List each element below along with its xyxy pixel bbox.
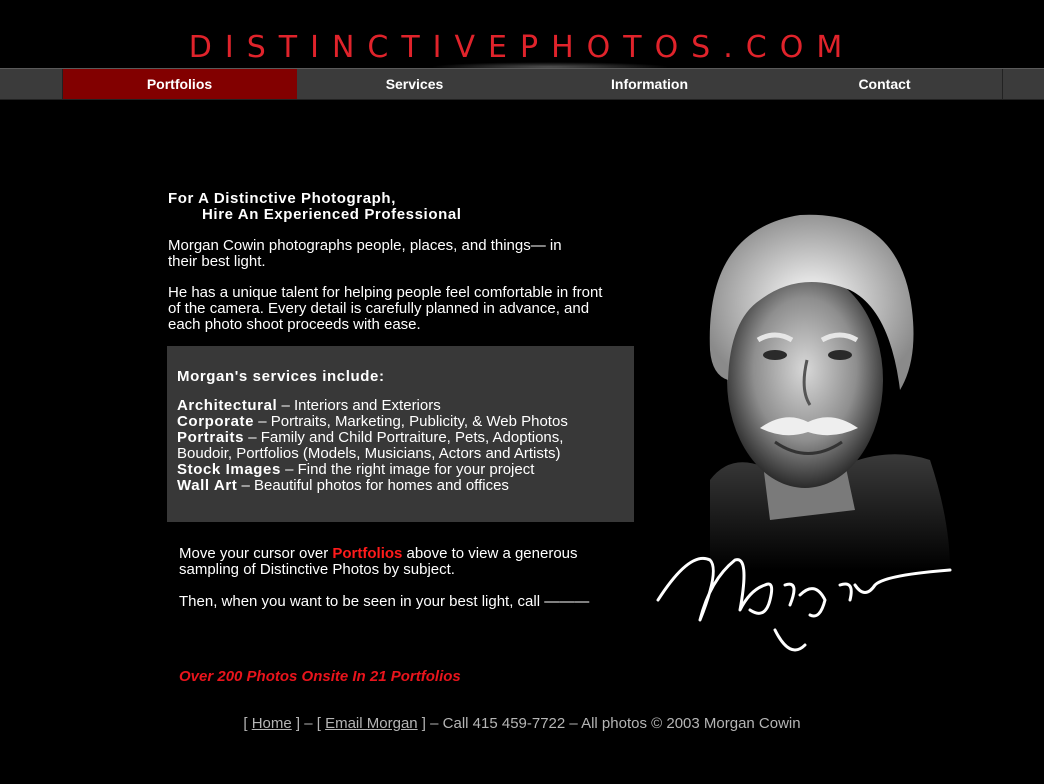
service-item: Architectural – Interiors and Exteriors <box>177 398 627 414</box>
nav-divider <box>62 69 63 99</box>
footer: [ Home ] – [ Email Morgan ] – Call 415 4… <box>0 715 1044 732</box>
service-item: Portraits – Family and Child Portraiture… <box>177 430 597 462</box>
service-desc: – Find the right image for your project <box>280 461 535 478</box>
service-desc: – Beautiful photos for homes and offices <box>237 477 509 494</box>
service-name: Stock Images <box>177 461 281 478</box>
service-name: Corporate <box>177 413 255 430</box>
site-logo[interactable]: DISTINCTIVEPHOTOS.COM <box>0 30 1044 65</box>
main-nav: Portfolios Services Information Contact <box>0 68 1044 100</box>
cta-para-2: Then, when you want to be seen in your b… <box>179 593 590 610</box>
service-desc: – Portraits, Marketing, Publicity, & Web… <box>254 413 568 430</box>
service-name: Wall Art <box>177 477 238 494</box>
service-item: Wall Art – Beautiful photos for homes an… <box>177 478 627 494</box>
services-box: Morgan's services include: Architectural… <box>167 346 634 522</box>
services-list: Architectural – Interiors and Exteriors … <box>177 398 627 494</box>
service-name: Architectural <box>177 397 278 414</box>
home-link[interactable]: Home <box>252 715 292 732</box>
heading-line-1: For A Distinctive Photograph, <box>168 190 396 207</box>
intro-para-1: Morgan Cowin photographs people, places,… <box>168 237 562 270</box>
portrait-photo-icon <box>656 214 952 652</box>
services-title: Morgan's services include: <box>177 368 385 385</box>
email-link[interactable]: Email Morgan <box>325 715 418 732</box>
nav-divider <box>1002 69 1003 99</box>
service-item: Stock Images – Find the right image for … <box>177 462 627 478</box>
service-item: Corporate – Portraits, Marketing, Public… <box>177 414 627 430</box>
photo-count-link[interactable]: Over 200 Photos Onsite In 21 Portfolios <box>179 668 461 685</box>
service-desc: – Interiors and Exteriors <box>277 397 441 414</box>
nav-services[interactable]: Services <box>297 69 532 99</box>
portfolios-link[interactable]: Portfolios <box>332 545 402 562</box>
footer-text: [ <box>243 715 252 732</box>
nav-contact[interactable]: Contact <box>767 69 1002 99</box>
footer-text: ] – Call 415 459-7722 – All photos © 200… <box>417 715 801 732</box>
intro-para-2: He has a unique talent for helping peopl… <box>168 284 603 333</box>
cta-text: Move your cursor over <box>179 545 333 562</box>
cta-para-1: Move your cursor over Portfolios above t… <box>179 546 609 578</box>
intro-heading: For A Distinctive Photograph, Hire An Ex… <box>168 191 462 223</box>
nav-portfolios[interactable]: Portfolios <box>62 69 297 99</box>
signature-icon <box>656 557 952 652</box>
heading-line-2: Hire An Experienced Professional <box>202 206 462 223</box>
service-name: Portraits <box>177 429 245 446</box>
nav-information[interactable]: Information <box>532 69 767 99</box>
footer-text: ] – [ <box>291 715 326 732</box>
